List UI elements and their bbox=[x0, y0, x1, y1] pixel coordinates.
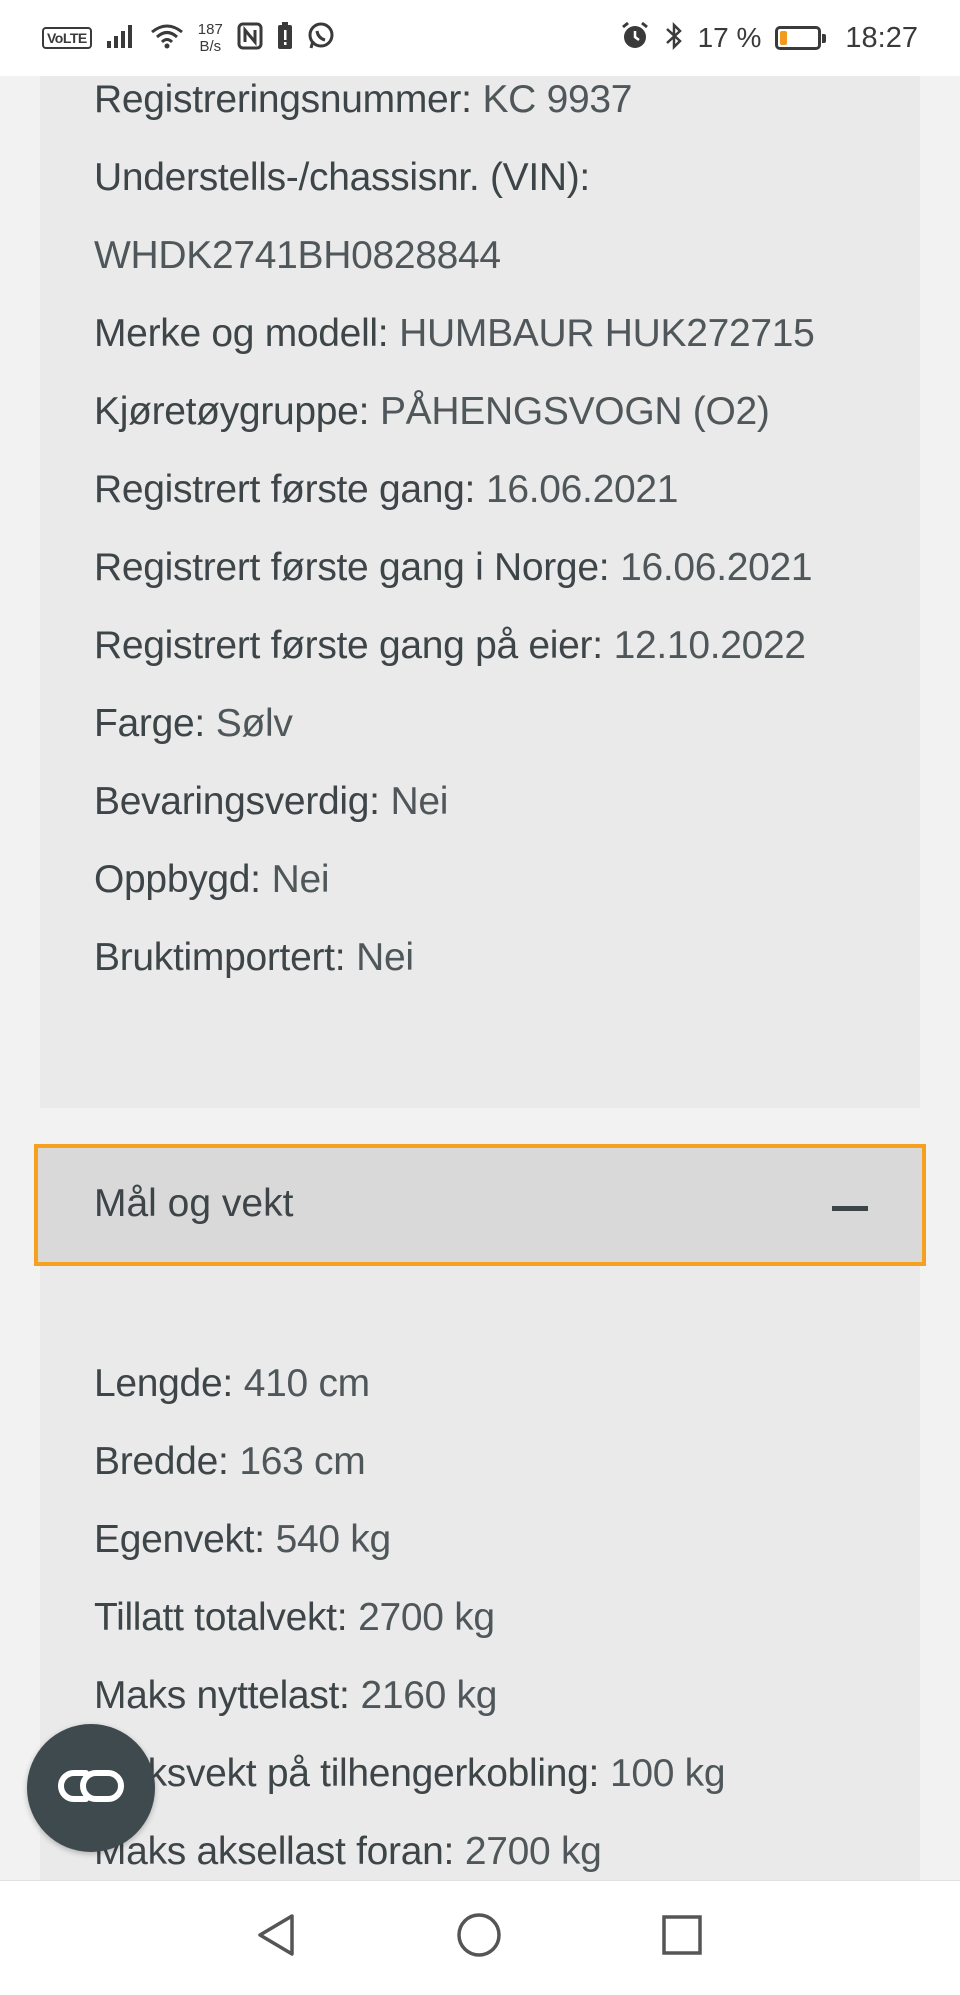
dimension-row: Maks nyttelast: 2160 kg bbox=[94, 1672, 497, 1720]
battery-icon bbox=[775, 26, 827, 50]
battery-alert-icon bbox=[277, 21, 293, 55]
vehicle-detail-row: Registreringsnummer: KC 9937 bbox=[94, 76, 632, 124]
recents-button[interactable] bbox=[652, 1907, 712, 1967]
dimension-row-value: 540 kg bbox=[275, 1518, 392, 1561]
dimension-row: Bredde: 163 cm bbox=[94, 1438, 366, 1486]
net-speed-value: 187 bbox=[197, 21, 223, 38]
dimension-row: Maks aksellast foran: 2700 kg bbox=[94, 1828, 602, 1876]
vehicle-detail-row-label: Bruktimportert: bbox=[94, 936, 346, 979]
vehicle-detail-row: Kjøretøygruppe: PÅHENGSVOGN (O2) bbox=[94, 388, 770, 436]
vehicle-detail-row-value: 12.10.2022 bbox=[613, 624, 807, 667]
vehicle-detail-row-value: 16.06.2021 bbox=[485, 468, 679, 511]
vehicle-detail-row-value: PÅHENGSVOGN (O2) bbox=[379, 390, 770, 433]
vehicle-detail-row-label: Registrert første gang: bbox=[94, 468, 476, 511]
status-bar-left: VoLTE 187 B/s bbox=[42, 21, 335, 55]
signal-icon bbox=[106, 23, 136, 54]
co-link-button[interactable] bbox=[27, 1724, 155, 1852]
dimension-row: Lengde: 410 cm bbox=[94, 1360, 370, 1408]
vehicle-detail-row-label: Registreringsnummer: bbox=[94, 78, 472, 121]
navigation-bar bbox=[0, 1880, 960, 1995]
dimension-row-label: Tillatt totalvekt: bbox=[94, 1596, 348, 1639]
vehicle-detail-row-value: KC 9937 bbox=[482, 78, 633, 121]
vehicle-detail-row-value: Nei bbox=[390, 780, 449, 823]
dimension-row-label: Maksvekt på tilhengerkobling: bbox=[94, 1752, 600, 1795]
vehicle-detail-row: Farge: Sølv bbox=[94, 700, 293, 748]
vehicle-detail-row: Understells-/chassisnr. (VIN): bbox=[94, 154, 590, 202]
back-icon bbox=[255, 1912, 297, 1963]
dimension-row-value: 2700 kg bbox=[358, 1596, 495, 1639]
vehicle-detail-row-label: Registrert første gang på eier: bbox=[94, 624, 603, 667]
vehicle-detail-row: Bruktimportert: Nei bbox=[94, 934, 414, 982]
vehicle-detail-row: Registrert første gang: 16.06.2021 bbox=[94, 466, 678, 514]
net-speed-unit: B/s bbox=[199, 38, 222, 55]
battery-level-fill bbox=[780, 31, 788, 45]
vehicle-detail-row: Bevaringsverdig: Nei bbox=[94, 778, 448, 826]
status-bar-right: 17 % 18:27 bbox=[620, 21, 918, 56]
vehicle-detail-row-value: WHDK2741BH0828844 bbox=[94, 234, 501, 277]
vehicle-detail-row: Registrert første gang i Norge: 16.06.20… bbox=[94, 544, 813, 592]
co-link-icon bbox=[56, 1768, 126, 1809]
dimensions-weight-accordion[interactable]: Mål og vekt bbox=[34, 1144, 926, 1266]
vehicle-detail-row: Registrert første gang på eier: 12.10.20… bbox=[94, 622, 806, 670]
clock: 18:27 bbox=[845, 21, 918, 54]
dimension-row: Egenvekt: 540 kg bbox=[94, 1516, 391, 1564]
recents-icon bbox=[661, 1914, 703, 1961]
vehicle-detail-row-label: Understells-/chassisnr. (VIN): bbox=[94, 156, 590, 199]
nfc-icon bbox=[237, 22, 263, 55]
dimension-row-label: Egenvekt: bbox=[94, 1518, 265, 1561]
home-button[interactable] bbox=[449, 1907, 509, 1967]
dimension-row-value: 2700 kg bbox=[464, 1830, 602, 1873]
vehicle-details-panel: Registreringsnummer: KC 9937 Understells-… bbox=[40, 76, 920, 1108]
dimension-row-value: 2160 kg bbox=[360, 1674, 498, 1717]
whatsapp-icon bbox=[307, 22, 335, 55]
vehicle-detail-row-value: HUMBAUR HUK272715 bbox=[399, 312, 815, 355]
vehicle-detail-row: Merke og modell: HUMBAUR HUK272715 bbox=[94, 310, 815, 358]
collapse-minus-icon[interactable] bbox=[832, 1206, 868, 1211]
vehicle-detail-row-label: Registrert første gang i Norge: bbox=[94, 546, 610, 589]
back-button[interactable] bbox=[246, 1907, 306, 1967]
vehicle-detail-row-label: Oppbygd: bbox=[94, 858, 261, 901]
dimension-row-label: Lengde: bbox=[94, 1362, 233, 1405]
vehicle-detail-row: Oppbygd: Nei bbox=[94, 856, 330, 904]
vehicle-detail-row-label: Merke og modell: bbox=[94, 312, 389, 355]
vehicle-detail-row-value: Nei bbox=[271, 858, 330, 901]
home-icon bbox=[456, 1912, 502, 1963]
status-bar: VoLTE 187 B/s 17 % 18:27 bbox=[0, 0, 960, 76]
wifi-icon bbox=[150, 23, 184, 54]
accordion-title: Mål og vekt bbox=[94, 1182, 294, 1225]
dimension-row-value: 163 cm bbox=[239, 1440, 366, 1483]
vehicle-detail-row-label: Farge: bbox=[94, 702, 205, 745]
dimension-row: Tillatt totalvekt: 2700 kg bbox=[94, 1594, 495, 1642]
vehicle-detail-row-label: Kjøretøygruppe: bbox=[94, 390, 370, 433]
dimension-row-value: 100 kg bbox=[609, 1752, 726, 1795]
vehicle-detail-row: WHDK2741BH0828844 bbox=[94, 232, 501, 280]
dimensions-weight-panel: Lengde: 410 cm Bredde: 163 cm Egenvekt: 54… bbox=[40, 1266, 920, 1880]
vehicle-detail-row-value: Sølv bbox=[215, 702, 293, 745]
dimension-row-label: Bredde: bbox=[94, 1440, 229, 1483]
dimension-row: Maksvekt på tilhengerkobling: 100 kg bbox=[94, 1750, 726, 1798]
net-speed: 187 B/s bbox=[198, 21, 223, 55]
dimension-row-value: 410 cm bbox=[243, 1362, 370, 1405]
vehicle-detail-row-label: Bevaringsverdig: bbox=[94, 780, 380, 823]
dimension-row-label: Maks nyttelast: bbox=[94, 1674, 350, 1717]
vehicle-detail-row-value: 16.06.2021 bbox=[620, 546, 813, 589]
bluetooth-icon bbox=[664, 21, 684, 56]
alarm-icon bbox=[620, 21, 650, 56]
vehicle-detail-row-value: Nei bbox=[356, 936, 414, 979]
volte-icon: VoLTE bbox=[42, 27, 92, 49]
battery-percent: 17 % bbox=[697, 22, 762, 53]
dimension-row-label: Maks aksellast foran: bbox=[94, 1830, 455, 1873]
